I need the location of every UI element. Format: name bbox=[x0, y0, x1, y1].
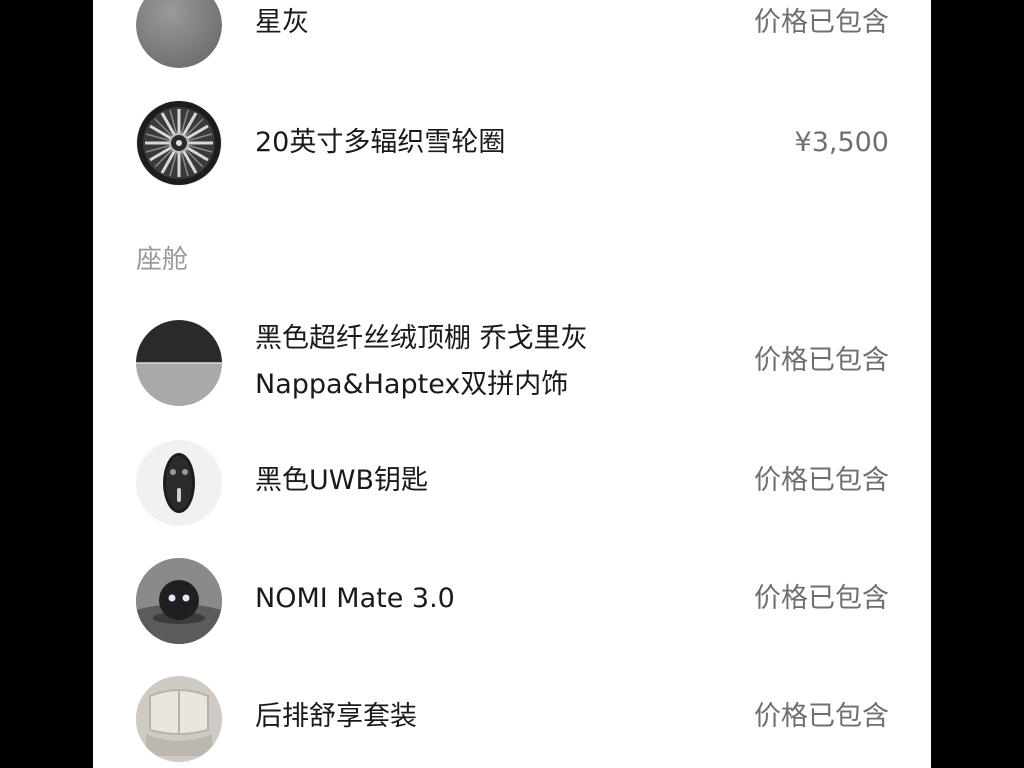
option-price: 价格已包含 bbox=[754, 345, 889, 376]
option-row-interior[interactable]: 黑色超纤丝绒顶棚 乔戈里灰 Nappa&Haptex双拼内饰 价格已包含 bbox=[93, 316, 931, 412]
section-title-cabin: 座舱 bbox=[136, 245, 189, 275]
option-name-line1: 黑色超纤丝绒顶棚 乔戈里灰 bbox=[255, 323, 588, 354]
option-price: 价格已包含 bbox=[754, 701, 889, 732]
option-price: 价格已包含 bbox=[754, 465, 889, 496]
option-name-line2: Nappa&Haptex双拼内饰 bbox=[255, 369, 569, 400]
option-name: 20英寸多辐织雪轮圈 bbox=[255, 127, 506, 158]
interior-material-swatch-icon bbox=[136, 320, 222, 406]
gray-paint-swatch-icon bbox=[136, 0, 222, 68]
option-row-wheel[interactable]: 20英寸多辐织雪轮圈 ¥3,500 bbox=[93, 98, 931, 188]
rear-seat-icon bbox=[136, 676, 222, 762]
option-name: 星灰 bbox=[255, 7, 309, 38]
option-price: ¥3,500 bbox=[794, 127, 889, 158]
option-row-key[interactable]: 黑色UWB钥匙 价格已包含 bbox=[93, 438, 931, 528]
option-price: 价格已包含 bbox=[754, 7, 889, 38]
option-row-rear-seat[interactable]: 后排舒享套装 价格已包含 bbox=[93, 674, 931, 768]
option-name: NOMI Mate 3.0 bbox=[255, 583, 455, 614]
option-name: 后排舒享套装 bbox=[255, 701, 417, 732]
option-row-exterior-color[interactable]: 星灰 价格已包含 bbox=[93, 0, 931, 70]
wheel-rim-icon bbox=[136, 100, 222, 186]
car-key-icon bbox=[136, 440, 222, 526]
option-row-nomi[interactable]: NOMI Mate 3.0 价格已包含 bbox=[93, 556, 931, 646]
option-price: 价格已包含 bbox=[754, 583, 889, 614]
option-name: 黑色UWB钥匙 bbox=[255, 465, 428, 496]
phone-screen: 星灰 价格已包含 20英寸多辐织雪轮圈 ¥3,500 座舱 黑色超纤丝绒顶棚 乔… bbox=[93, 0, 931, 768]
nomi-robot-icon bbox=[136, 558, 222, 644]
